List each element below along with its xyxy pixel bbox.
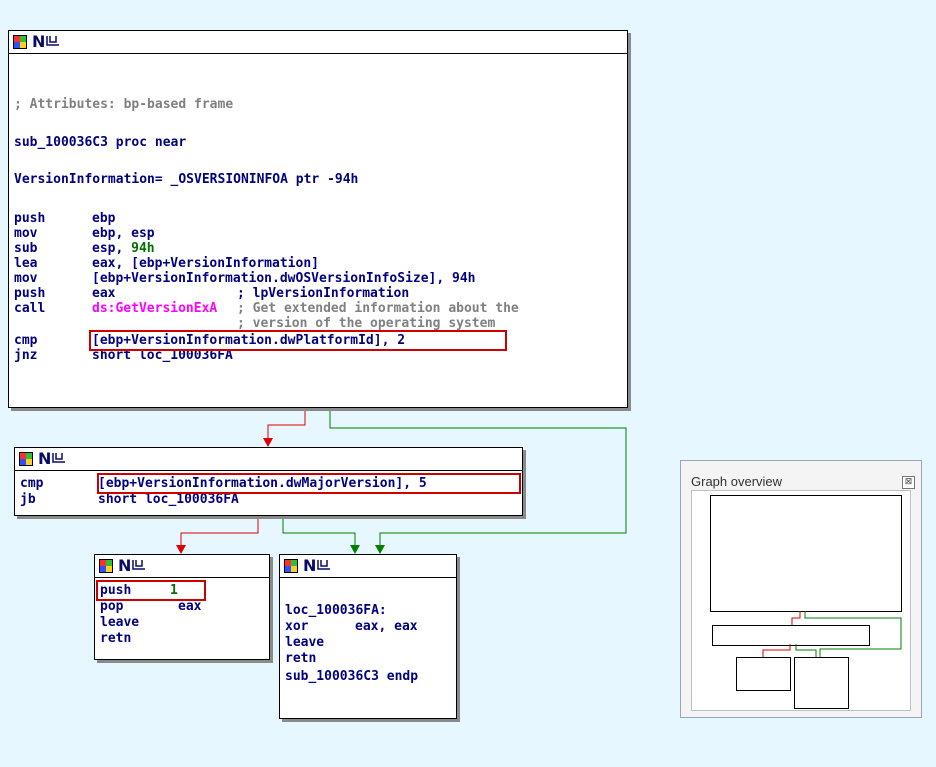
asm-line[interactable]: leave bbox=[285, 635, 363, 650]
asm-line[interactable]: pop eax bbox=[100, 599, 201, 614]
edge-false-1 bbox=[267, 407, 306, 446]
code-block-entry[interactable]: N ; Attributes: bp-based frame sub_10003… bbox=[8, 30, 628, 408]
asm-line[interactable]: jb short loc_100036FA bbox=[20, 492, 239, 507]
group-icon[interactable] bbox=[52, 450, 66, 464]
color-palette-icon[interactable] bbox=[99, 559, 113, 573]
asm-line[interactable]: retn bbox=[285, 651, 363, 666]
code-block-return-one[interactable]: N push 1 pop eax leave retn bbox=[94, 554, 270, 660]
color-palette-icon[interactable] bbox=[13, 35, 27, 49]
overview-edges bbox=[762, 611, 902, 657]
group-icon[interactable] bbox=[46, 33, 60, 47]
label-line[interactable]: loc_100036FA: bbox=[285, 603, 387, 618]
block-header: N bbox=[9, 31, 627, 54]
var-line: VersionInformation= _OSVERSIONINFOA ptr … bbox=[14, 172, 359, 187]
highlight-box bbox=[97, 473, 521, 494]
highlight-box bbox=[96, 580, 206, 601]
asm-line[interactable]: xor eax, eax bbox=[285, 619, 418, 634]
edge-arrow-4 bbox=[350, 545, 360, 554]
asm-comment: ; version of the operating system bbox=[237, 316, 496, 331]
highlight-box bbox=[89, 330, 507, 351]
asm-line[interactable]: lea eax, [ebp+VersionInformation] bbox=[14, 256, 319, 271]
asm-line[interactable]: push eax; lpVersionInformation bbox=[14, 286, 409, 301]
comment-line: ; Attributes: bp-based frame bbox=[14, 97, 234, 112]
color-palette-icon[interactable] bbox=[19, 452, 33, 466]
code-block-version-check[interactable]: N cmp [ebp+VersionInformation.dwMajorVers… bbox=[14, 447, 523, 516]
edge-arrow-3 bbox=[176, 545, 186, 554]
asm-line[interactable]: sub esp, 94h bbox=[14, 241, 155, 256]
block-header: N bbox=[95, 555, 269, 578]
edge-arrow-2 bbox=[375, 545, 385, 554]
node-name-icon[interactable]: N bbox=[38, 449, 51, 468]
graph-overview-title: Graph overview bbox=[691, 474, 783, 489]
edge-false-2 bbox=[180, 515, 259, 553]
node-name-icon[interactable]: N bbox=[32, 32, 45, 51]
group-icon[interactable] bbox=[132, 557, 146, 571]
group-icon[interactable] bbox=[317, 557, 331, 571]
asm-line[interactable]: leave bbox=[100, 615, 178, 630]
asm-line[interactable]: mov [ebp+VersionInformation.dwOSVersionIn… bbox=[14, 271, 476, 286]
asm-line[interactable]: retn bbox=[100, 631, 178, 646]
asm-line[interactable]: mov ebp, esp bbox=[14, 226, 155, 241]
proc-line: sub_100036C3 proc near bbox=[14, 135, 187, 150]
edge-true-2 bbox=[282, 515, 356, 553]
endp-line: sub_100036C3 endp bbox=[285, 669, 419, 684]
edge-arrow-1 bbox=[263, 438, 273, 447]
block-header: N bbox=[280, 555, 456, 578]
graph-overview-canvas[interactable] bbox=[691, 490, 911, 711]
graph-overview-panel[interactable]: Graph overview ⊠ bbox=[680, 460, 922, 718]
asm-line[interactable]: push ebp bbox=[14, 211, 115, 226]
node-name-icon[interactable]: N bbox=[303, 556, 316, 575]
asm-line[interactable]: call ds:GetVersionExA; Get extended infor… bbox=[14, 301, 519, 316]
color-palette-icon[interactable] bbox=[284, 559, 298, 573]
node-name-icon[interactable]: N bbox=[118, 556, 131, 575]
code-block-return-zero[interactable]: N loc_100036FA: xor eax, eax leave retn s… bbox=[279, 554, 457, 719]
close-icon[interactable]: ⊠ bbox=[902, 476, 915, 489]
block-header: N bbox=[15, 448, 522, 471]
